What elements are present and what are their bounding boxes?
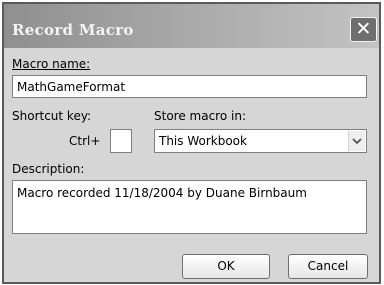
close-icon: ✕ <box>355 18 372 40</box>
ctrl-prefix-label: Ctrl+ <box>69 134 101 148</box>
shortcut-key-label: Shortcut key: <box>12 109 92 123</box>
store-macro-value: This Workbook <box>159 134 247 148</box>
chevron-down-icon[interactable] <box>348 131 365 151</box>
description-label: Description: <box>12 162 85 176</box>
macro-name-label-text: Macro name: <box>12 57 91 71</box>
store-macro-select[interactable]: This Workbook <box>154 129 367 153</box>
record-macro-dialog: Record Macro ✕ Macro name: MathGameForma… <box>2 2 381 284</box>
macro-name-input[interactable]: MathGameFormat <box>12 75 367 98</box>
cancel-button[interactable]: Cancel <box>288 254 368 279</box>
close-button[interactable]: ✕ <box>350 17 377 42</box>
shortcut-key-input[interactable] <box>110 129 132 153</box>
title-bar[interactable]: Record Macro ✕ <box>4 4 379 48</box>
macro-name-label: Macro name: <box>12 57 90 71</box>
description-value: Macro recorded 11/18/2004 by Duane Birnb… <box>17 186 307 200</box>
dialog-title: Record Macro <box>12 21 134 39</box>
ok-button[interactable]: OK <box>182 254 270 279</box>
store-macro-label: Store macro in: <box>154 109 246 123</box>
description-textarea[interactable]: Macro recorded 11/18/2004 by Duane Birnb… <box>12 180 367 234</box>
macro-name-value: MathGameFormat <box>17 79 126 94</box>
